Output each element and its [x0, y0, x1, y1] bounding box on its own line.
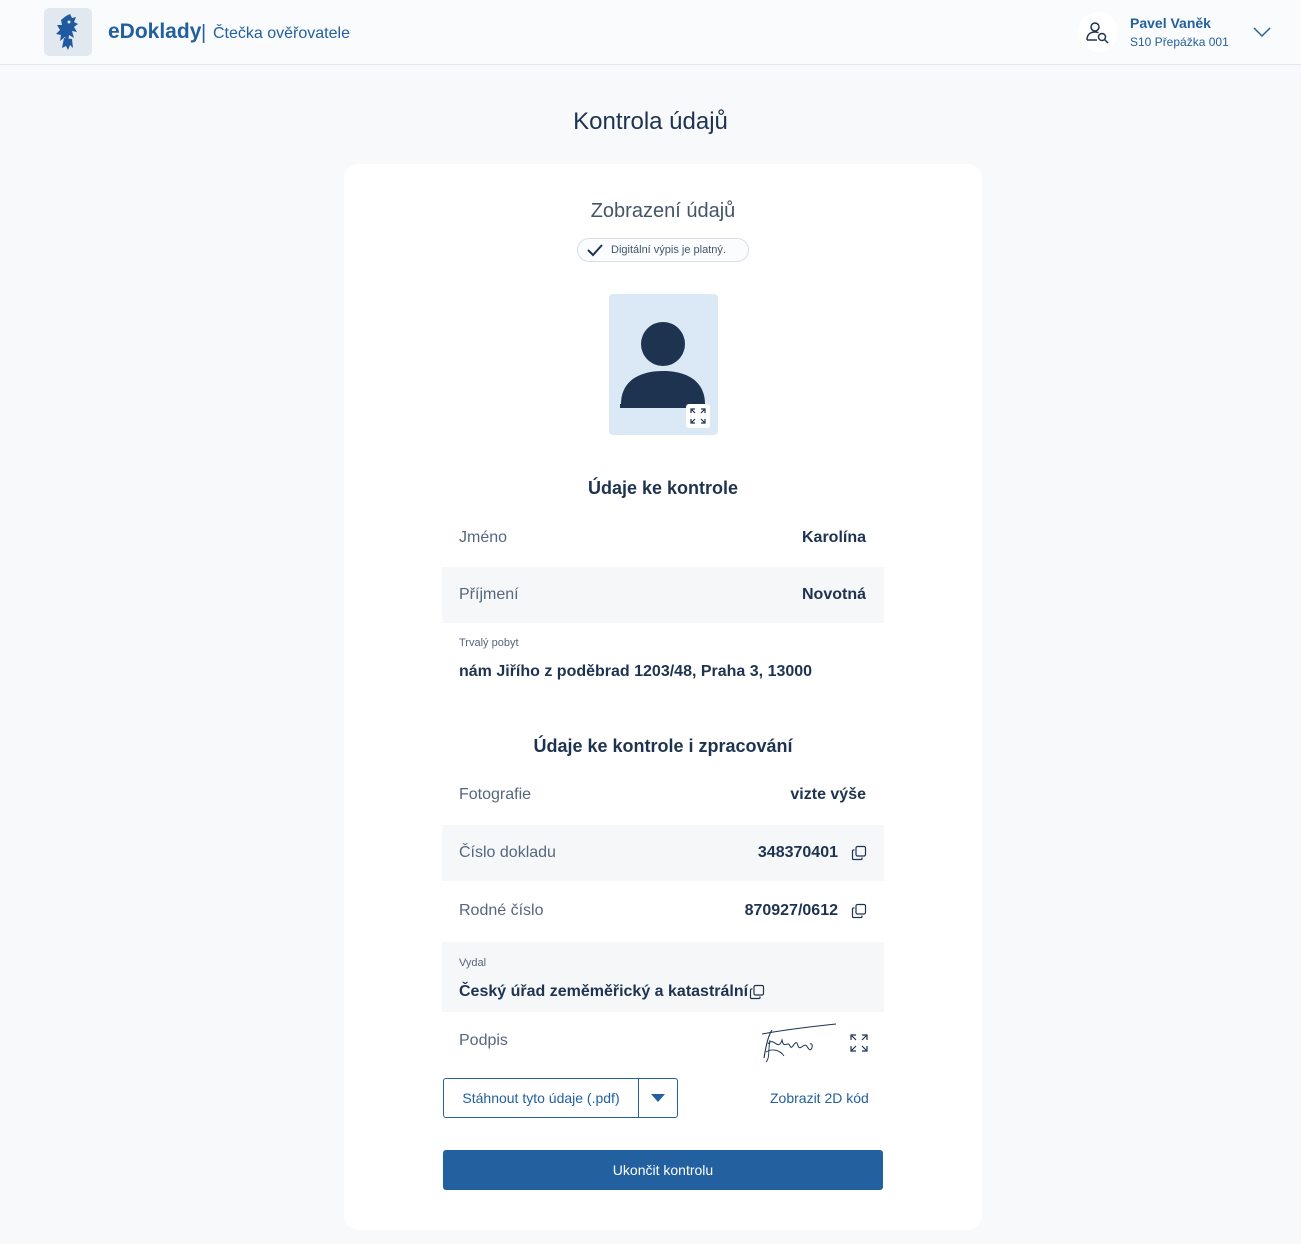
chevron-down-icon[interactable]	[1252, 24, 1272, 40]
download-options-button[interactable]	[639, 1079, 677, 1117]
expand-icon[interactable]	[849, 1033, 869, 1053]
field-value: Karolína	[801, 529, 866, 546]
field-label: Rodné číslo	[459, 902, 544, 919]
copy-icon[interactable]	[851, 845, 867, 861]
field-label: Podpis	[459, 1032, 508, 1049]
field-value: 348370401	[757, 844, 838, 861]
user-search-icon[interactable]	[1078, 12, 1118, 52]
field-row-document-number: Číslo dokladu 348370401	[442, 825, 884, 881]
field-value: Novotná	[802, 586, 866, 603]
brand-subtitle: Čtečka ověřovatele	[213, 25, 350, 42]
field-label: Jméno	[459, 529, 508, 546]
field-label: Fotografie	[459, 786, 532, 803]
check-icon	[587, 244, 603, 257]
address-value: nám Jiřího z poděbrad 1203/48, Praha 3, …	[459, 663, 813, 680]
expand-photo-button[interactable]	[686, 404, 710, 428]
expand-icon	[690, 408, 706, 424]
user-name[interactable]: Pavel Vaněk	[1130, 15, 1211, 31]
person-placeholder-icon	[620, 322, 708, 408]
field-value: vizte výše	[790, 786, 866, 803]
address-label: Trvalý pobyt	[459, 637, 519, 649]
field-block-issuer: Vydal Český úřad zeměměřický a katastrál…	[442, 942, 884, 1012]
validity-badge-text: Digitální výpis je platný.	[611, 244, 726, 256]
page-title: Kontrola údajů	[573, 108, 728, 135]
field-label: Číslo dokladu	[459, 844, 556, 861]
coat-of-arms-logo[interactable]	[44, 8, 92, 56]
brand-name: eDoklady	[108, 20, 202, 43]
field-row-birth-number: Rodné číslo 870927/0612	[442, 883, 884, 939]
issuer-label: Vydal	[459, 957, 487, 969]
copy-icon[interactable]	[851, 903, 867, 919]
download-pdf-button[interactable]: Stáhnout tyto údaje (.pdf)	[444, 1079, 638, 1117]
issuer-value: Český úřad zeměměřický a katastrální	[459, 983, 749, 1000]
brand-separator: |	[201, 22, 207, 44]
section-title-check: Údaje ke kontrole	[587, 478, 739, 498]
user-station: S10 Přepážka 001	[1130, 35, 1229, 49]
validity-badge: Digitální výpis je platný.	[577, 238, 749, 262]
field-row-first-name: Jméno Karolína	[442, 510, 884, 566]
finish-check-button[interactable]: Ukončit kontrolu	[443, 1150, 883, 1190]
download-pdf-split-button: Stáhnout tyto údaje (.pdf)	[443, 1078, 678, 1118]
signature-image	[761, 1023, 837, 1063]
copy-icon[interactable]	[749, 984, 765, 1000]
details-card: Zobrazení údajů Digitální výpis je platn…	[344, 164, 982, 1230]
card-heading: Zobrazení údajů	[590, 200, 736, 222]
holder-photo[interactable]	[609, 294, 718, 435]
caret-down-icon	[651, 1094, 665, 1102]
field-block-address: Trvalý pobyt nám Jiřího z poděbrad 1203/…	[442, 623, 884, 695]
section-title-process: Údaje ke kontrole i zpracování	[533, 736, 793, 756]
app-header: eDoklady | Čtečka ověřovatele Pavel Vaně…	[0, 0, 1301, 65]
field-value: 870927/0612	[744, 902, 838, 919]
show-2d-code-link[interactable]: Zobrazit 2D kód	[770, 1088, 869, 1108]
field-row-surname: Příjmení Novotná	[442, 567, 884, 623]
field-row-photo: Fotografie vizte výše	[442, 767, 884, 823]
field-label: Příjmení	[459, 586, 519, 603]
